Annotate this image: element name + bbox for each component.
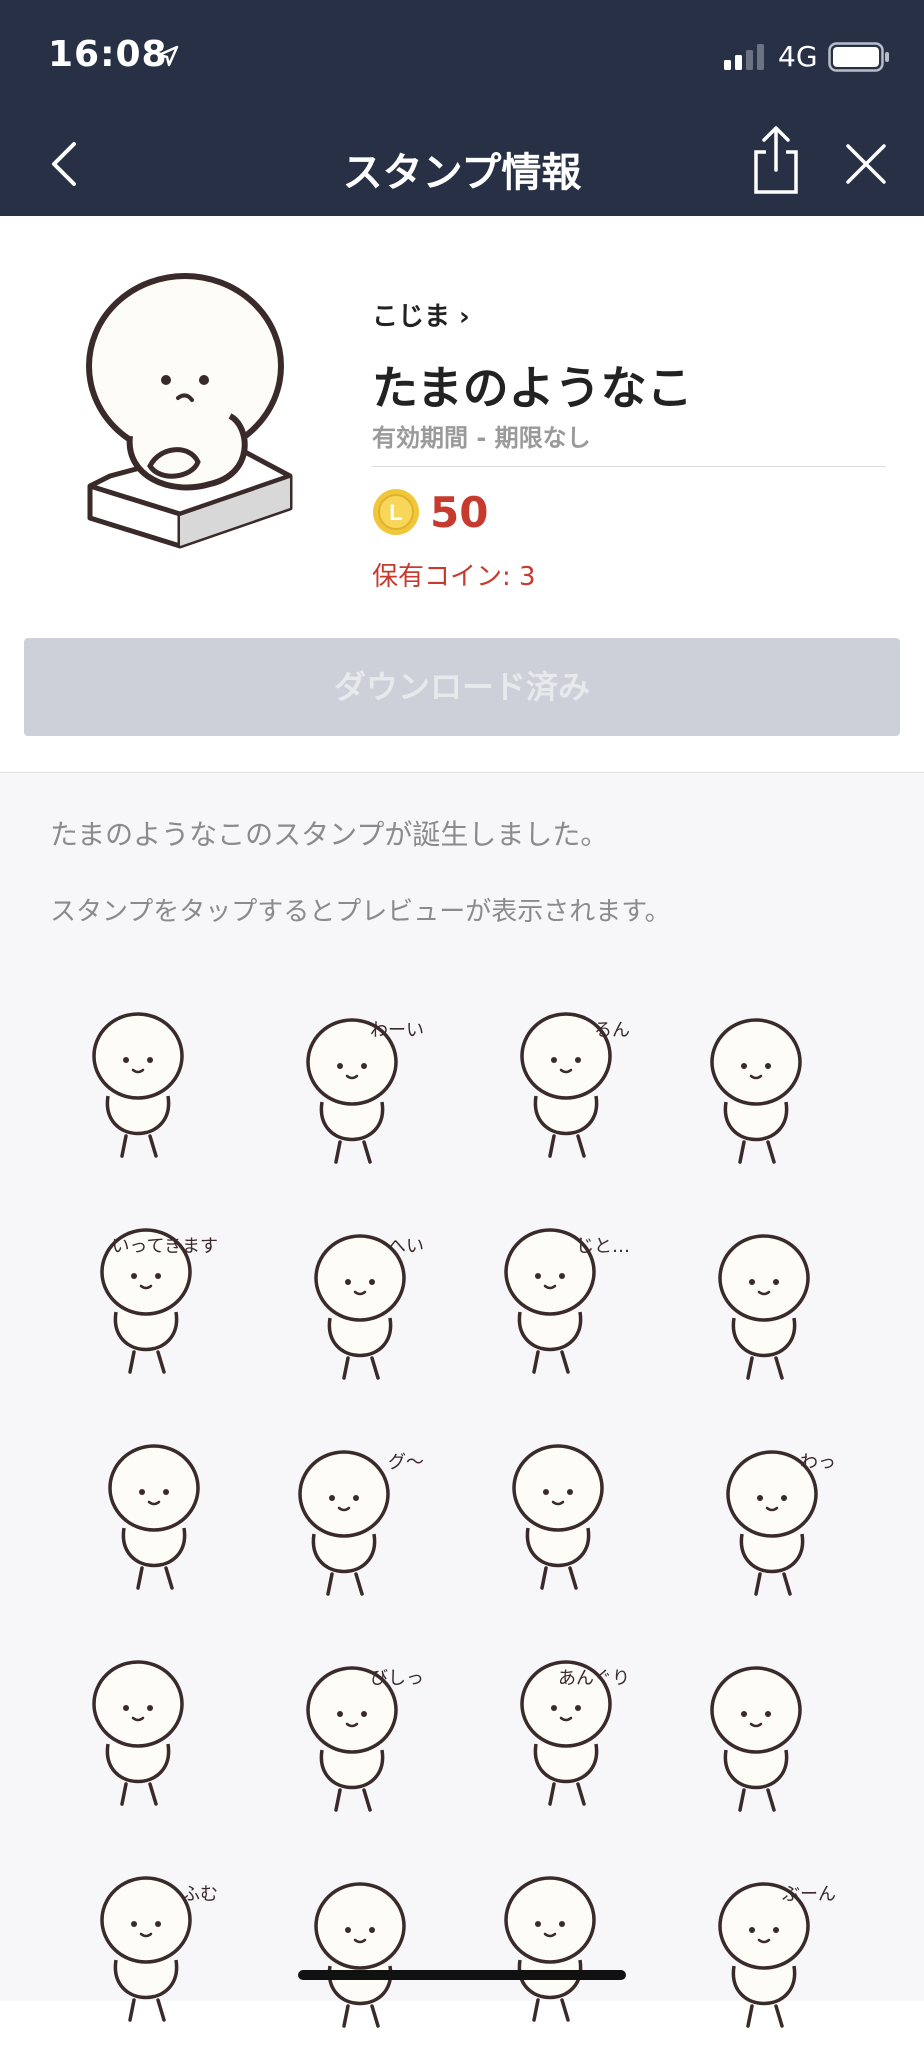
sticker-hug-toast-icon	[710, 1666, 802, 1812]
sticker-3[interactable]: るん	[462, 973, 668, 1189]
sticker-16[interactable]	[668, 1621, 874, 1837]
sticker-running-donut-icon: わーい	[306, 1018, 424, 1164]
sticker-pink-car-icon: ぶーん	[718, 1882, 836, 2028]
sticker-caption: ぶーん	[782, 1884, 836, 1905]
sticker-caption: へい	[388, 1236, 424, 1257]
sticker-sweeping-icon	[504, 1876, 596, 2022]
pack-title: たまのようなこ	[372, 361, 693, 415]
sticker-caption: わっ	[800, 1452, 836, 1473]
sticker-surprised-icon: わっ	[726, 1450, 836, 1596]
home-indicator	[298, 1970, 626, 1980]
download-button[interactable]: ダウンロード済み	[24, 638, 900, 736]
sticker-looking-back-icon	[512, 1444, 604, 1590]
sticker-hey-icon: へい	[314, 1234, 424, 1380]
sticker-caption: るん	[594, 1020, 630, 1041]
sticker-8[interactable]	[668, 1189, 874, 1405]
battery-icon	[828, 42, 889, 72]
sticker-going-out-icon: いってきます	[100, 1228, 218, 1374]
main-sticker-image	[86, 273, 293, 549]
nav-bar: スタンプ情報	[0, 110, 924, 216]
description-text: たまのようなこのスタンプが誕生しました。	[50, 818, 609, 851]
coin-letter: L	[389, 500, 402, 525]
divider	[372, 466, 886, 467]
sticker-bindle-icon	[718, 1234, 810, 1380]
sticker-9[interactable]	[50, 1405, 256, 1621]
sticker-1[interactable]	[50, 973, 256, 1189]
sticker-kick-pink-icon: るん	[520, 1012, 630, 1158]
close-icon[interactable]	[840, 136, 892, 192]
sticker-preview-section: たまのようなこのスタンプが誕生しました。 スタンプをタップするとプレビューが表示…	[0, 772, 924, 2028]
sticker-12[interactable]: わっ	[668, 1405, 874, 1621]
sticker-cheering-icon	[710, 1018, 802, 1164]
sticker-2[interactable]: わーい	[256, 973, 462, 1189]
sticker-grid: わーい るんいってきます へい じと… グ〜 わっびしっ あんぐりふむ ぶーん	[50, 973, 874, 2053]
sticker-caption: あんぐり	[558, 1668, 630, 1689]
sticker-standing-icon	[314, 1882, 406, 2028]
sticker-hmm-icon: ふむ	[100, 1876, 218, 2022]
signal-strength-icon	[724, 44, 764, 70]
status-time: 16:08	[48, 34, 168, 75]
sticker-startled-icon: びしっ	[306, 1666, 424, 1812]
sticker-staring-icon: じと…	[504, 1228, 630, 1374]
share-icon[interactable]	[748, 124, 804, 196]
sticker-lying-down-icon	[108, 1444, 200, 1590]
price: 50	[430, 488, 489, 537]
status-bar: 16:08 4G	[0, 0, 924, 110]
sticker-pack-info: こじま › たまのようなこ 有効期間 - 期限なし L 50 保有コイン: 3 …	[0, 216, 924, 772]
location-arrow-icon	[157, 45, 179, 67]
sticker-18[interactable]	[256, 1837, 462, 2053]
sticker-17[interactable]: ふむ	[50, 1837, 256, 2053]
sticker-4[interactable]	[668, 973, 874, 1189]
sticker-tummy-growl-icon: グ〜	[298, 1450, 424, 1596]
sticker-caption: びしっ	[370, 1668, 424, 1689]
sticker-15[interactable]: あんぐり	[462, 1621, 668, 1837]
network-type: 4G	[778, 40, 818, 73]
sticker-11[interactable]	[462, 1405, 668, 1621]
preview-hint: スタンプをタップするとプレビューが表示されます。	[50, 897, 671, 927]
coin-icon: L	[373, 489, 419, 535]
sticker-open-mouth-icon: あんぐり	[520, 1660, 630, 1806]
owned-coins: 保有コイン: 3	[372, 562, 536, 592]
sticker-14[interactable]: びしっ	[256, 1621, 462, 1837]
sticker-sitting-on-box-icon	[92, 1012, 184, 1158]
sticker-headstand-icon	[92, 1660, 184, 1806]
sticker-caption: ふむ	[182, 1884, 218, 1905]
sticker-13[interactable]	[50, 1621, 256, 1837]
sticker-19[interactable]	[462, 1837, 668, 2053]
sticker-caption: グ〜	[388, 1452, 424, 1473]
sticker-caption: わーい	[370, 1020, 424, 1041]
sticker-6[interactable]: へい	[256, 1189, 462, 1405]
sticker-caption: いってきます	[111, 1236, 218, 1257]
sticker-5[interactable]: いってきます	[50, 1189, 256, 1405]
sticker-caption: じと…	[576, 1236, 630, 1257]
validity-period: 有効期間 - 期限なし	[372, 424, 591, 452]
author-link[interactable]: こじま ›	[372, 296, 470, 333]
sticker-7[interactable]: じと…	[462, 1189, 668, 1405]
sticker-10[interactable]: グ〜	[256, 1405, 462, 1621]
sticker-20[interactable]: ぶーん	[668, 1837, 874, 2053]
